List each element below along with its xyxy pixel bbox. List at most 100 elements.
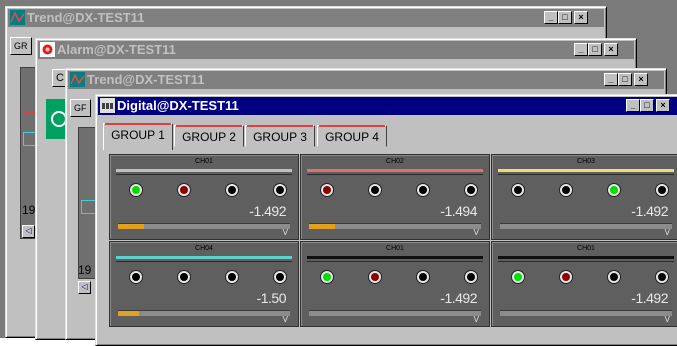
channel-separator — [498, 261, 674, 262]
maximize-button[interactable]: □ — [558, 11, 572, 24]
channel-color-line — [307, 256, 483, 259]
scroll-left-button[interactable]: ◁ — [78, 281, 91, 294]
trend-window-2-titlebar[interactable]: Trend@DX-TEST11 _ □ × — [68, 71, 664, 89]
channel-unit: V — [473, 315, 479, 324]
channel-name: CH01 — [577, 245, 595, 252]
alarm-led-icon — [656, 184, 668, 196]
alarm-led-icon — [274, 271, 286, 283]
channel-unit: V — [664, 315, 670, 324]
alarm-led-icon — [130, 184, 142, 196]
alarm-led-icon — [130, 271, 142, 283]
channel-name: CH04 — [195, 245, 213, 252]
channel-bar-track — [500, 310, 672, 316]
alarm-window-titlebar[interactable]: Alarm@DX-TEST11 _ □ × — [38, 41, 634, 59]
alarm-led-icon — [608, 184, 620, 196]
channel-grid: CH01 -1.492 V CH02 -1.494 V CH03 -1.492 V CH04 -1.… — [108, 153, 677, 333]
channel-card: CH01 -1.492 V — [109, 154, 299, 240]
alarm-led-icon — [226, 271, 238, 283]
channel-unit: V — [664, 228, 670, 237]
channel-unit: V — [282, 315, 288, 324]
channel-unit: V — [282, 228, 288, 237]
trend-app-icon — [10, 10, 25, 25]
close-button[interactable]: × — [604, 43, 618, 56]
channel-value: -1.492 — [249, 203, 286, 219]
alarm-led-icon — [369, 184, 381, 196]
alarm-led-icon — [560, 271, 572, 283]
channel-color-line — [498, 256, 674, 259]
alarm-led-icon — [321, 184, 333, 196]
alarm-led-icon — [178, 271, 190, 283]
channel-name: CH01 — [386, 245, 404, 252]
channel-bar-fill — [309, 224, 335, 229]
alarm-app-icon — [40, 42, 55, 57]
minimize-button[interactable]: _ — [604, 73, 618, 86]
alarm-led-icon — [369, 271, 381, 283]
channel-name: CH03 — [577, 158, 595, 165]
trend-window-2-title: Trend@DX-TEST11 — [87, 72, 205, 87]
channel-separator — [498, 174, 674, 175]
alarm-led-icon — [465, 184, 477, 196]
channel-color-line — [116, 169, 292, 172]
close-button[interactable]: × — [574, 11, 588, 24]
group-tabs: GROUP 1 GROUP 2 GROUP 3 GROUP 4 — [100, 123, 677, 150]
minimize-button[interactable]: _ — [544, 11, 558, 24]
alarm-led-icon — [512, 184, 524, 196]
trend-window-1-titlebar[interactable]: Trend@DX-TEST11 _ □ × — [8, 9, 604, 27]
tab-group-1[interactable]: GROUP 1 — [103, 123, 173, 150]
maximize-button[interactable]: □ — [640, 99, 654, 112]
alarm-led-icon — [465, 271, 477, 283]
channel-card: CH01 -1.492 V — [300, 241, 490, 327]
close-button[interactable]: × — [634, 73, 648, 86]
alarm-led-icon — [417, 271, 429, 283]
channel-value: -1.492 — [631, 290, 668, 306]
tab-group-3[interactable]: GROUP 3 — [245, 125, 315, 147]
alarm-led-icon — [608, 271, 620, 283]
channel-separator — [116, 174, 292, 175]
channel-separator — [307, 261, 483, 262]
channel-value: -1.492 — [440, 290, 477, 306]
alarm-window-title: Alarm@DX-TEST11 — [57, 42, 176, 57]
channel-color-line — [498, 169, 674, 172]
scroll-left-button[interactable]: ◁ — [22, 225, 35, 238]
channel-value: -1.50 — [256, 290, 287, 306]
digital-app-icon — [100, 98, 115, 113]
channel-card: CH01 -1.492 V — [491, 241, 677, 327]
maximize-button[interactable]: □ — [618, 73, 632, 86]
close-button[interactable]: × — [656, 99, 670, 112]
channel-card: CH02 -1.494 V — [300, 154, 490, 240]
alarm-led-icon — [560, 184, 572, 196]
trend-window-1-number: 19 — [22, 203, 36, 217]
alarm-led-icon — [274, 184, 286, 196]
channel-name: CH01 — [195, 158, 213, 165]
minimize-button[interactable]: _ — [574, 43, 588, 56]
trend-window-2-tab[interactable]: GF — [70, 99, 91, 117]
alarm-led-icon — [178, 184, 190, 196]
channel-card: CH03 -1.492 V — [491, 154, 677, 240]
maximize-button[interactable]: □ — [588, 43, 602, 56]
minimize-button[interactable]: _ — [626, 99, 640, 112]
channel-bar-fill — [118, 311, 139, 316]
tab-group-4[interactable]: GROUP 4 — [317, 125, 387, 147]
alarm-led-icon — [321, 271, 333, 283]
channel-bar-track — [500, 223, 672, 229]
trend-window-1-tab[interactable]: GR — [10, 37, 32, 55]
channel-color-line — [116, 256, 292, 259]
channel-bar-track — [118, 223, 290, 229]
trend-window-2-number: 19 — [78, 263, 92, 277]
channel-value: -1.494 — [440, 203, 477, 219]
channel-card: CH04 -1.50 V — [109, 241, 299, 327]
tab-group-2[interactable]: GROUP 2 — [174, 125, 244, 147]
channel-bar-track — [309, 223, 481, 229]
digital-window-titlebar[interactable]: Digital@DX-TEST11 _ □ × — [98, 97, 677, 115]
digital-window-title: Digital@DX-TEST11 — [117, 98, 239, 113]
alarm-led-icon — [417, 184, 429, 196]
alarm-led-icon — [512, 271, 524, 283]
channel-value: -1.492 — [631, 203, 668, 219]
alarm-led-icon — [656, 271, 668, 283]
trend-window-1-title: Trend@DX-TEST11 — [27, 10, 145, 25]
channel-separator — [116, 261, 292, 262]
channel-bar-fill — [118, 224, 144, 229]
trend-app-icon — [70, 72, 85, 87]
channel-color-line — [307, 169, 483, 172]
channel-bar-track — [309, 310, 481, 316]
